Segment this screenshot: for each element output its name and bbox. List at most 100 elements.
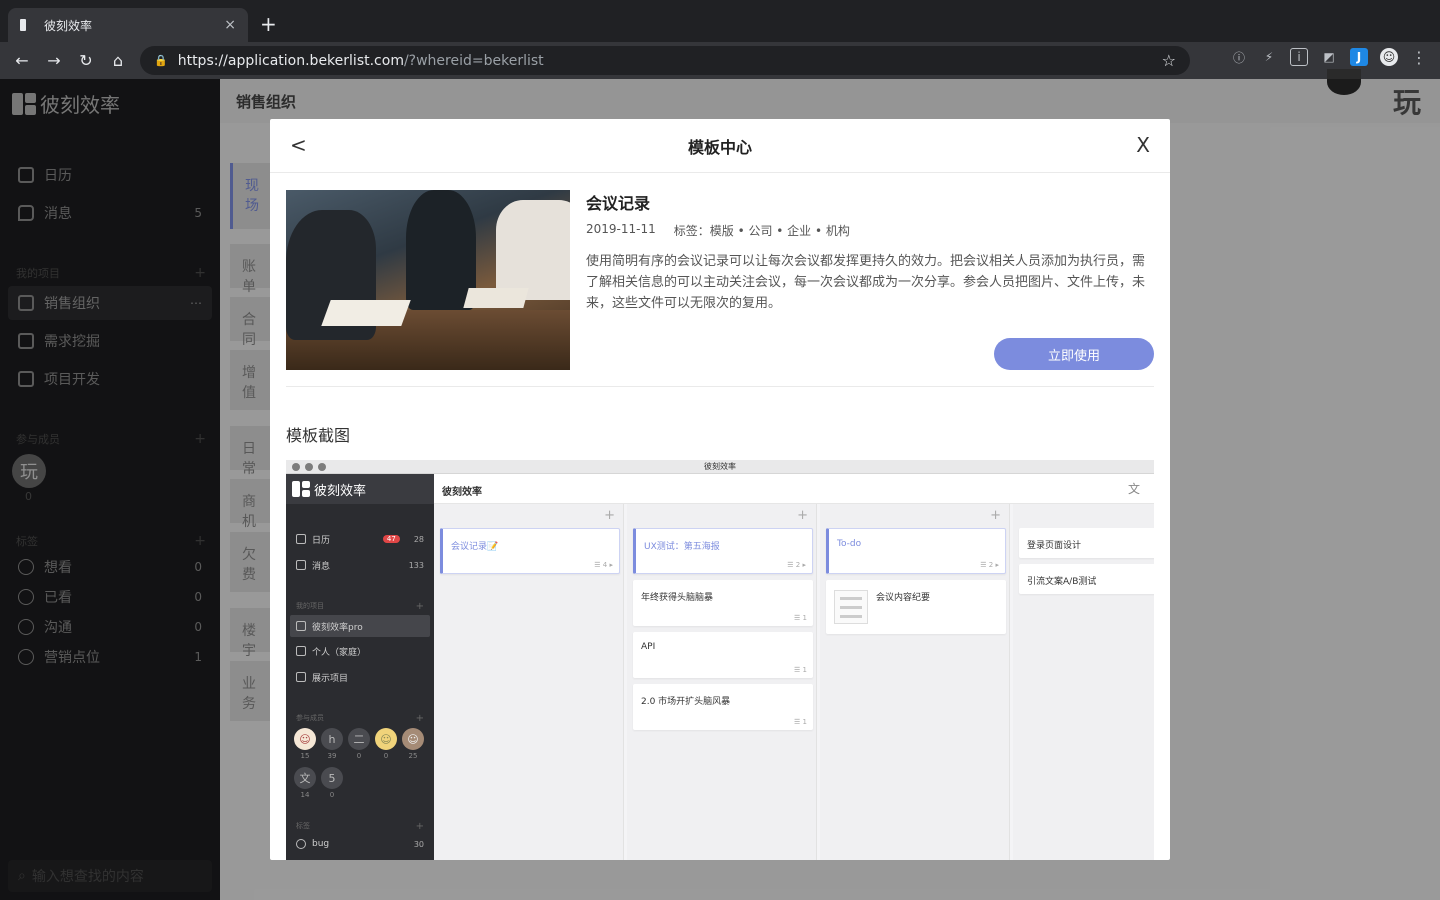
preview-member-avatar: ☺ [375, 728, 397, 750]
document-icon [834, 590, 868, 624]
translate-icon: 文 [1127, 482, 1140, 496]
reload-icon[interactable]: ↻ [70, 51, 102, 70]
back-chevron-icon[interactable]: < [290, 133, 307, 157]
preview-member-count: 39 [327, 752, 337, 760]
template-description: 使用简明有序的会议记录可以让每次会议都发挥更持久的效力。把会议相关人员添加为执行… [586, 254, 1146, 311]
preview-badge: 47 [382, 535, 400, 543]
preview-tag-label: bug [312, 839, 330, 849]
preview-card-meta: ☰ 1 [794, 666, 807, 674]
preview-nav-label: 日历 [312, 535, 331, 546]
preview-member-avatar: 二 [348, 728, 370, 750]
template-meta: 2019-11-11 标签：模版 • 公司 • 企业 • 机构 [586, 222, 1156, 239]
preview-add-icon: + [990, 508, 1001, 523]
template-tags: 标签：模版 • 公司 • 企业 • 机构 [673, 224, 850, 238]
address-bar[interactable]: 🔒 https://application.bekerlist.com /?wh… [140, 46, 1190, 75]
preview-nav-label: 消息 [312, 561, 331, 572]
preview-project-item: 展示项目 [290, 666, 430, 688]
preview-card: 会议内容纪要 [826, 580, 1006, 634]
modal-header: < 模板中心 X [270, 119, 1170, 173]
template-date: 2019-11-11 [586, 222, 656, 236]
preview-add-icon: + [797, 508, 808, 523]
preview-card-meta: ☰ 2 ▸ [980, 561, 999, 569]
preview-member-count: 0 [356, 752, 362, 760]
shield-extension-icon[interactable]: ◩ [1320, 48, 1338, 66]
preview-add-icon: + [604, 508, 615, 523]
preview-nav-count: 28 [413, 534, 424, 544]
preview-member-count: 0 [383, 752, 389, 760]
template-screenshot: 彼刻效率 彼刻效率 日历 47 28 消息 133 我的项目 + 彼刻效率pro… [286, 460, 1154, 860]
preview-brand: 彼刻效率 [286, 474, 434, 504]
preview-member-count: 25 [408, 752, 418, 760]
j-extension-icon[interactable]: J [1350, 48, 1368, 66]
preview-card-title: UX测试：第五海报 [644, 542, 720, 552]
preview-member-avatar: 5 [321, 767, 343, 789]
preview-card: UX测试：第五海报 ☰ 2 ▸ [633, 528, 813, 574]
i-extension-icon[interactable]: i [1290, 48, 1308, 66]
preview-card-title: 年终获得头脑脑暴 [641, 593, 714, 603]
preview-member-count: 15 [300, 752, 310, 760]
forward-arrow-icon[interactable]: → [38, 51, 70, 70]
browser-tab-strip: 彼刻效率 × + [0, 0, 1440, 42]
extensions-bar: ⓘ ⚡ i ◩ J ☺ ⋮ [1230, 48, 1428, 67]
tag-circle-icon [296, 839, 306, 849]
preview-main: 彼刻效率 文 + 会议记录📝 ☰ 4 ▸ + UX测试：第五海报 ☰ 2 ▸ 年… [434, 474, 1154, 860]
template-name: 会议记录 [586, 194, 651, 213]
bookmark-star-icon[interactable]: ☆ [1162, 51, 1176, 70]
bolt-extension-icon[interactable]: ⚡ [1260, 48, 1278, 66]
preview-projects-header: 我的项目 + [296, 601, 424, 612]
window-controls-icon [292, 463, 326, 471]
back-arrow-icon[interactable]: ← [6, 51, 38, 70]
preview-card: API ☰ 1 [633, 632, 813, 678]
preview-add-icon: + [415, 821, 424, 832]
preview-card-title: 会议内容纪要 [876, 593, 931, 603]
preview-column: 登录页面设计 引流文案A/B测试 [1013, 504, 1154, 860]
preview-card-title: 2.0 市场开扩头脑风暴 [641, 697, 731, 707]
preview-titlebar: 彼刻效率 [286, 460, 1154, 474]
template-center-modal: < 模板中心 X 会议记录 2019-11-11 标签：模版 • 公司 • 企业… [270, 119, 1170, 860]
preview-card-title: API [641, 642, 656, 652]
info-extension-icon[interactable]: ⓘ [1230, 48, 1248, 66]
browser-toolbar: ← → ↻ ⌂ 🔒 https://application.bekerlist.… [0, 42, 1440, 79]
preview-members-header: 参与成员 + [296, 713, 424, 724]
tab-close-icon[interactable]: × [224, 17, 236, 33]
preview-header-title: 彼刻效率 [442, 487, 482, 498]
menu-kebab-icon[interactable]: ⋮ [1410, 48, 1428, 67]
preview-sidebar: 彼刻效率 日历 47 28 消息 133 我的项目 + 彼刻效率pro 个人（家… [286, 474, 434, 860]
preview-member-count: 14 [300, 791, 310, 799]
project-icon [296, 646, 306, 656]
home-icon[interactable]: ⌂ [102, 51, 134, 70]
preview-add-icon: + [415, 713, 424, 724]
template-info: 会议记录 2019-11-11 标签：模版 • 公司 • 企业 • 机构 使用简… [586, 190, 1156, 314]
app-favicon-icon [20, 19, 34, 31]
preview-nav-messages: 消息 133 [290, 554, 430, 576]
project-icon [296, 672, 306, 682]
tab-title: 彼刻效率 [44, 18, 93, 33]
calendar-icon [296, 534, 306, 544]
preview-member-count: 0 [329, 791, 335, 799]
preview-card: 引流文案A/B测试 [1019, 564, 1154, 594]
preview-nav-calendar: 日历 47 28 [290, 528, 430, 550]
preview-members-title: 参与成员 [296, 714, 324, 722]
new-tab-button[interactable]: + [260, 12, 277, 36]
browser-tab[interactable]: 彼刻效率 × [8, 8, 248, 42]
preview-tags-title: 标签 [296, 822, 310, 830]
divider [286, 386, 1154, 387]
preview-card: To-do ☰ 2 ▸ [826, 528, 1006, 574]
preview-project-item: 彼刻效率pro [290, 615, 430, 637]
use-now-button[interactable]: 立即使用 [994, 338, 1154, 370]
preview-tag-item: bug 30 [290, 833, 430, 855]
message-icon [296, 560, 306, 570]
preview-member-avatar: h [321, 728, 343, 750]
profile-avatar-icon[interactable]: ☺ [1380, 48, 1398, 66]
close-icon[interactable]: X [1136, 133, 1150, 157]
preview-project-label: 个人（家庭） [312, 647, 367, 658]
preview-card-meta: ☰ 2 ▸ [787, 561, 806, 569]
brand-logo-icon [292, 481, 310, 497]
project-icon [296, 621, 306, 631]
preview-member-avatar: ☺ [294, 728, 316, 750]
modal-title: 模板中心 [687, 137, 752, 157]
preview-tags-header: 标签 + [296, 821, 424, 832]
preview-card: 会议记录📝 ☰ 4 ▸ [440, 528, 620, 574]
screenshot-section-title: 模板截图 [286, 426, 351, 445]
preview-projects-title: 我的项目 [296, 602, 324, 610]
